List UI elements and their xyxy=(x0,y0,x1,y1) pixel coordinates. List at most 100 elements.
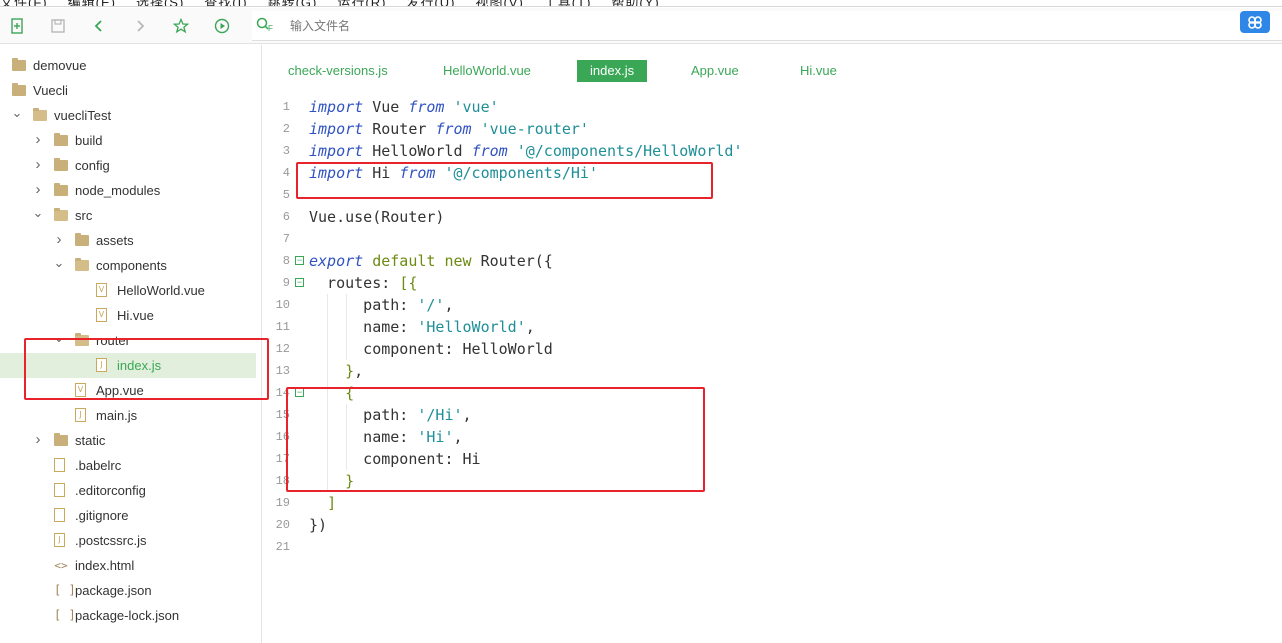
tab-check-versions[interactable]: check-versions.js xyxy=(288,60,388,82)
menu-item[interactable]: 跳转(G) xyxy=(268,0,318,6)
fold-toggle-icon[interactable]: − xyxy=(295,278,304,287)
menu-item[interactable]: 工具(T) xyxy=(544,0,592,6)
menu-item[interactable]: 视图(V) xyxy=(475,0,523,6)
file-icon xyxy=(54,458,65,472)
chevron-right-icon[interactable]: › xyxy=(32,177,44,202)
tree-folder[interactable]: › assets xyxy=(0,228,256,253)
line-number: 7 xyxy=(282,232,290,246)
tree-item-label: index.html xyxy=(75,558,135,573)
vue-file-icon: V xyxy=(96,308,107,322)
menu-item[interactable]: 帮助(Y) xyxy=(611,0,659,6)
tab-app-vue[interactable]: App.vue xyxy=(691,60,739,82)
chevron-down-icon[interactable]: ⌄ xyxy=(11,100,23,125)
star-icon[interactable] xyxy=(171,16,191,36)
chevron-right-icon[interactable]: › xyxy=(0,52,2,77)
menu-item[interactable]: 查找(I) xyxy=(204,0,247,6)
tree-folder[interactable]: › static xyxy=(0,428,256,453)
new-file-icon[interactable] xyxy=(8,16,28,36)
save-icon[interactable] xyxy=(48,16,68,36)
tree-item-label: .babelrc xyxy=(75,458,122,473)
menu-item[interactable]: 编辑(E) xyxy=(68,0,116,6)
line-number: 6 xyxy=(282,210,290,224)
tree-folder[interactable]: ⌄ vuecliTest xyxy=(0,103,256,128)
back-icon[interactable] xyxy=(89,16,109,36)
tree-folder[interactable]: ⌄ components xyxy=(0,253,256,278)
chevron-down-icon[interactable]: ⌄ xyxy=(53,250,65,275)
forward-icon[interactable] xyxy=(130,16,150,36)
tree-folder[interactable]: › build xyxy=(0,128,256,153)
code-line[interactable]: 9− routes: [{ xyxy=(262,272,1262,294)
json-file-icon: [ ] xyxy=(54,583,76,597)
tree-folder[interactable]: ⌄ Vuecli xyxy=(0,78,256,103)
folder-icon xyxy=(54,433,68,446)
tree-file[interactable]: .babelrc xyxy=(0,453,256,478)
code-text: }, xyxy=(345,362,364,380)
tree-file[interactable]: Jmain.js xyxy=(0,403,256,428)
tab-index-js[interactable]: index.js xyxy=(577,60,648,82)
cloud-icon[interactable] xyxy=(1240,11,1270,33)
line-number: 9 xyxy=(282,276,290,290)
tab-helloworld[interactable]: HelloWorld.vue xyxy=(443,60,531,82)
menu-items[interactable]: 文件(F) 编辑(E) 选择(S) 查找(I) 跳转(G) 运行(R) 发行(U) 视图(V)… xyxy=(0,0,680,6)
menu-item[interactable]: 文件(F) xyxy=(0,0,48,6)
code-line[interactable]: 1 import Vue from 'vue' xyxy=(262,96,1262,118)
folder-icon xyxy=(54,208,68,221)
line-number: 10 xyxy=(275,298,290,312)
tree-file[interactable]: [ ] package.json xyxy=(0,578,256,603)
folder-icon xyxy=(54,183,68,196)
chevron-right-icon[interactable]: › xyxy=(53,227,65,252)
chevron-right-icon[interactable]: › xyxy=(32,152,44,177)
highlight-box-route xyxy=(286,387,705,492)
menu-item[interactable]: 运行(R) xyxy=(337,0,386,6)
tree-file[interactable]: J .postcssrc.js xyxy=(0,528,256,553)
code-text: name: 'HelloWorld', xyxy=(309,318,535,336)
code-line[interactable]: 8− export default new Router({ xyxy=(262,250,1262,272)
tree-item-label: package.json xyxy=(75,583,152,598)
run-icon[interactable] xyxy=(212,16,232,36)
line-number: 1 xyxy=(282,100,290,114)
line-number: 4 xyxy=(282,166,290,180)
line-number: 2 xyxy=(282,122,290,136)
tree-folder[interactable]: › config xyxy=(0,153,256,178)
folder-icon xyxy=(75,258,89,271)
menu-item[interactable]: 选择(S) xyxy=(136,0,184,6)
code-text: component: HelloWorld xyxy=(309,340,553,358)
code-text: import Vue from 'vue' xyxy=(309,98,499,116)
menu-item[interactable]: 发行(U) xyxy=(406,0,455,6)
tree-file[interactable]: V HelloWorld.vue xyxy=(0,278,256,303)
chevron-right-icon[interactable]: › xyxy=(32,427,44,452)
tree-folder[interactable]: › demovue xyxy=(0,53,256,78)
file-icon xyxy=(54,483,65,497)
code-line[interactable]: 19 ] xyxy=(262,492,1262,514)
code-line[interactable]: 20}) xyxy=(262,514,1262,536)
tree-file[interactable]: [ ] package-lock.json xyxy=(0,603,256,628)
code-line[interactable]: 10 path: '/', xyxy=(262,294,1262,316)
code-line[interactable]: 6 Vue.use(Router) xyxy=(262,206,1262,228)
tree-file[interactable]: .gitignore xyxy=(0,503,256,528)
line-number: 5 xyxy=(282,188,290,202)
tree-folder[interactable]: ⌄ src xyxy=(0,203,256,228)
code-line[interactable]: 3 import HelloWorld from '@/components/He… xyxy=(262,140,1262,162)
html-file-icon: <> xyxy=(54,559,68,572)
code-line[interactable]: 7 xyxy=(262,228,1262,250)
tree-file[interactable]: <> index.html xyxy=(0,553,256,578)
search-icon[interactable]: F xyxy=(256,17,276,36)
search-shortcut-label: F xyxy=(268,24,273,33)
chevron-right-icon[interactable]: › xyxy=(32,127,44,152)
code-line[interactable]: 21 xyxy=(262,536,1262,558)
code-line[interactable]: 2 import Router from 'vue-router' xyxy=(262,118,1262,140)
folder-icon xyxy=(33,108,47,121)
file-search-input[interactable] xyxy=(290,16,690,36)
tab-hi-vue[interactable]: Hi.vue xyxy=(800,60,837,82)
tree-file[interactable]: V Hi.vue xyxy=(0,303,256,328)
code-line[interactable]: 13 }, xyxy=(262,360,1262,382)
tree-file[interactable]: .editorconfig xyxy=(0,478,256,503)
line-number: 20 xyxy=(275,518,290,532)
chevron-down-icon[interactable]: ⌄ xyxy=(32,200,44,225)
tree-item-label: node_modules xyxy=(75,183,161,198)
fold-toggle-icon[interactable]: − xyxy=(295,256,304,265)
chevron-down-icon[interactable]: ⌄ xyxy=(0,75,2,100)
tree-item-label: main.js xyxy=(96,408,138,423)
code-line[interactable]: 11 name: 'HelloWorld', xyxy=(262,316,1262,338)
code-line[interactable]: 12 component: HelloWorld xyxy=(262,338,1262,360)
